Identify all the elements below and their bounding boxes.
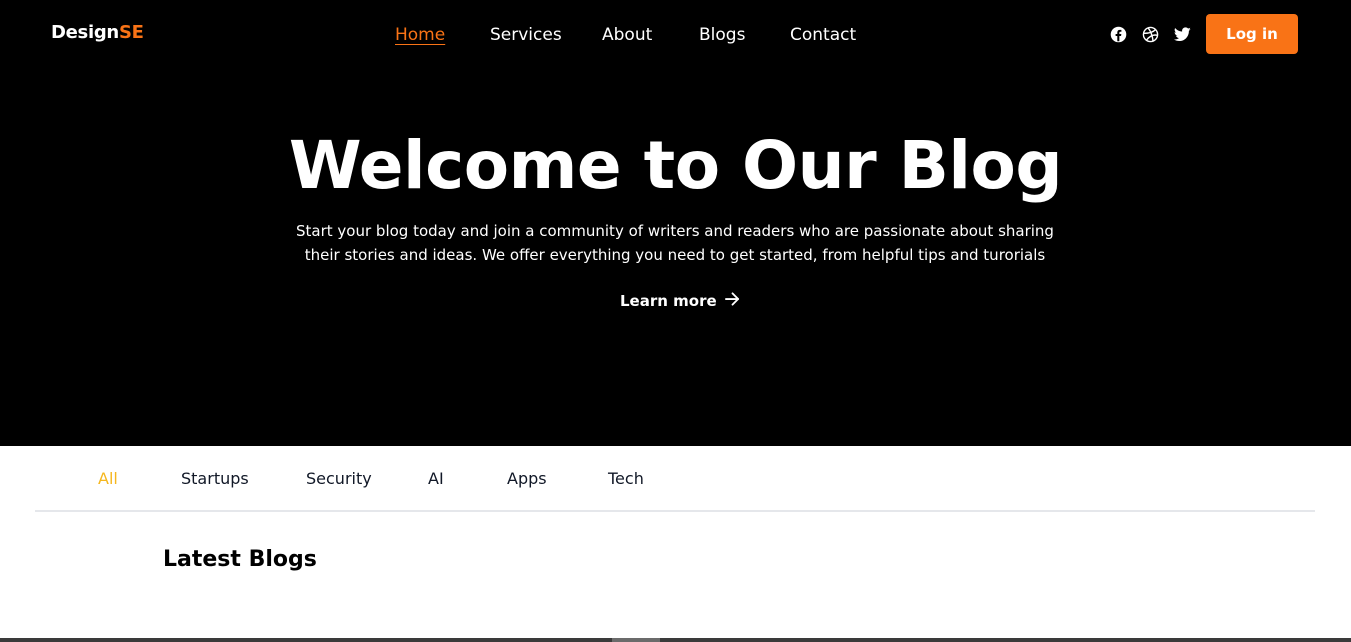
learn-more-label: Learn more bbox=[620, 292, 717, 310]
learn-more-link[interactable]: Learn more bbox=[620, 292, 740, 310]
nav-link-home[interactable]: Home bbox=[395, 24, 445, 46]
hero-subtitle: Start your blog today and join a communi… bbox=[296, 222, 1054, 264]
scrollbar-thumb[interactable] bbox=[612, 638, 660, 642]
nav-link-about[interactable]: About bbox=[602, 24, 652, 46]
nav-link-services[interactable]: Services bbox=[490, 24, 562, 46]
tab-ai[interactable]: AI bbox=[428, 469, 444, 488]
arrow-right-icon bbox=[724, 292, 740, 310]
brand-logo[interactable]: DesignSE bbox=[51, 22, 144, 43]
hero-section: DesignSE Home Services About Blogs Conta… bbox=[0, 0, 1351, 446]
nav-link-contact[interactable]: Contact bbox=[790, 24, 856, 46]
facebook-icon[interactable] bbox=[1109, 25, 1127, 43]
horizontal-scrollbar[interactable] bbox=[0, 638, 1351, 642]
tab-apps[interactable]: Apps bbox=[507, 469, 547, 488]
nav-link-blogs[interactable]: Blogs bbox=[699, 24, 745, 46]
brand-name-accent: SE bbox=[118, 22, 144, 43]
dribbble-icon[interactable] bbox=[1141, 25, 1159, 43]
tab-all[interactable]: All bbox=[98, 469, 118, 488]
brand-name-main: Design bbox=[51, 22, 119, 43]
hero-title: Welcome to Our Blog bbox=[288, 127, 1063, 204]
tab-security[interactable]: Security bbox=[306, 469, 372, 488]
login-button[interactable]: Log in bbox=[1206, 14, 1298, 54]
tab-startups[interactable]: Startups bbox=[181, 469, 249, 488]
tab-tech[interactable]: Tech bbox=[608, 469, 644, 488]
category-tabs: All Startups Security AI Apps Tech bbox=[35, 446, 1315, 512]
latest-blogs-heading: Latest Blogs bbox=[163, 547, 317, 572]
twitter-icon[interactable] bbox=[1173, 25, 1191, 43]
